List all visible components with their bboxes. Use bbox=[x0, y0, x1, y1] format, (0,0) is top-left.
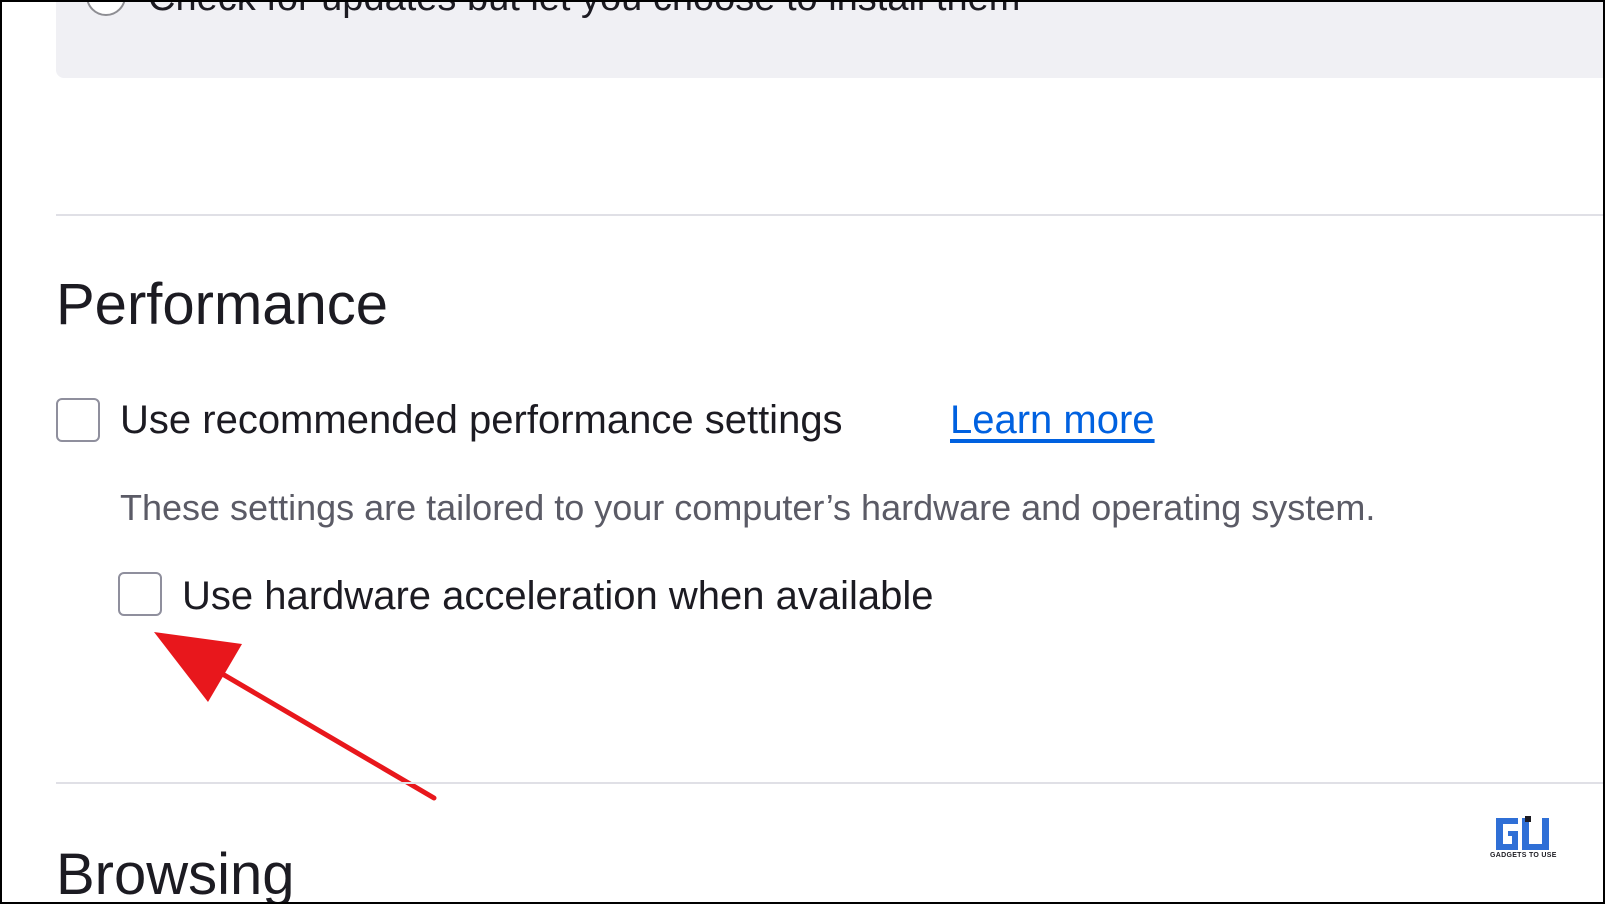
logo-caption: GADGETS TO USE bbox=[1490, 852, 1557, 859]
gadgets-to-use-logo bbox=[1496, 816, 1549, 850]
red-arrow-icon bbox=[154, 632, 437, 801]
browsing-heading: Browsing bbox=[56, 842, 295, 904]
section-divider bbox=[56, 782, 1603, 784]
settings-page: Check for updates but let you choose to … bbox=[0, 0, 1605, 904]
